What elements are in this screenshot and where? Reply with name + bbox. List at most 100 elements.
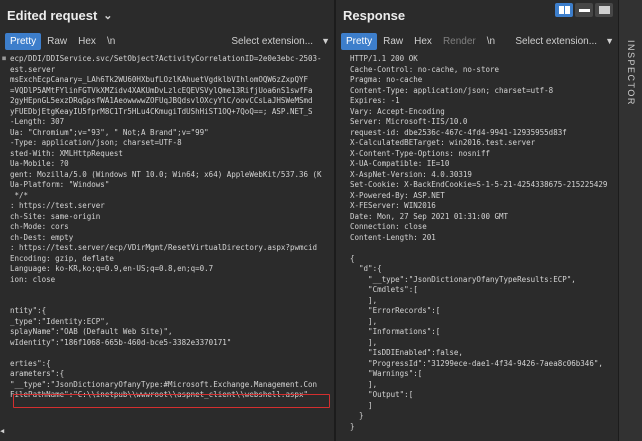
code-line: : https://test.server [10, 201, 105, 210]
code-line: 2gyHEpnGL5exzDRqGpsfWA1AeowwwwZOFUqJBQds… [10, 96, 313, 105]
code-line: ch-Site: same-origin [10, 211, 101, 221]
code-line: Ua-Mobile: ?0 [10, 159, 69, 168]
code-line: ch-Mode: cors [10, 222, 69, 231]
code-line: } [350, 421, 355, 431]
code-line: ], [350, 379, 378, 389]
code-line: Connection: close [350, 222, 427, 231]
tab-newline-toggle[interactable]: \n [482, 33, 500, 50]
response-title: Response [343, 7, 406, 23]
layout-toolbar [553, 3, 613, 17]
tab-raw[interactable]: Raw [378, 33, 408, 50]
code-line: "ProgressId":"31299ece-dae1-4f34-9426-7a… [350, 358, 603, 368]
code-line: "Informations":[ [350, 327, 441, 336]
request-pane: Edited request ⌄ Pretty Raw Hex \n Selec… [0, 0, 334, 441]
code-line: erties":{ [10, 358, 51, 368]
code-line: yFUEDbjEtgKeayIU5fprM8C1Tr5HLu4CKmugiTdU… [10, 106, 313, 116]
tab-newline-toggle[interactable]: \n [102, 33, 120, 50]
tab-pretty[interactable]: Pretty [5, 32, 42, 50]
code-line: Cache-Control: no-cache, no-store [350, 64, 500, 74]
code-line: ], [350, 295, 378, 305]
tab-render[interactable]: Render [438, 33, 481, 50]
code-line: request-id: dbe2536c-467c-4fd4-9941-1293… [350, 127, 567, 137]
code-line: est.server [10, 64, 56, 74]
code-line: =VQDlP5AMtFYlinFGTVkXMZidv4XAKUmDvLzlcEQ… [10, 85, 313, 95]
code-line: ntity":{ [10, 306, 47, 315]
code-line: : https://test.server/ecp/VDirMgmt/Reset… [10, 243, 318, 252]
inspector-label: INSPECTOR [626, 40, 636, 106]
code-line: Encoding: gzip, deflate [10, 253, 114, 263]
code-line: sted-With: XMLHttpRequest [10, 148, 123, 158]
request-extension-select[interactable]: Select extension... ▼ [231, 36, 330, 47]
code-line: X-UA-Compatible: IE=10 [350, 159, 450, 168]
code-line: Content-Length: 201 [350, 232, 436, 242]
request-title: Edited request [7, 7, 98, 23]
code-line: arameters":{ [10, 369, 65, 378]
code-line: splayName":"OAB (Default Web Site)", [10, 327, 173, 336]
code-line: Set-Cookie: X-BackEndCookie=S-1-5-21-425… [350, 180, 608, 189]
code-line: "Output":[ [350, 390, 414, 399]
code-line: X-FEServer: WIN2016 [350, 201, 436, 210]
extension-select-label: Select extension... [515, 35, 598, 47]
code-line: msExchEcpCanary=_LAh6Tk2WU60HXbufLOzlKAh… [10, 75, 309, 84]
request-title-bar[interactable]: Edited request ⌄ [0, 0, 334, 30]
response-extension-select[interactable]: Select extension... ▼ [515, 36, 614, 47]
code-line: gent: Mozilla/5.0 (Windows NT 10.0; Win6… [10, 169, 322, 179]
code-line: "ErrorRecords":[ [350, 306, 441, 315]
code-line: "d":{ [350, 264, 382, 273]
response-lines: HTTP/1.1 200 OK Cache-Control: no-cache, … [350, 54, 618, 432]
request-view-tabs: Pretty Raw Hex \n Select extension... ▼ [0, 30, 334, 52]
code-line: Ua-Platform: "Windows" [10, 180, 110, 189]
tab-raw[interactable]: Raw [42, 33, 72, 50]
code-line: ch-Dest: empty [10, 232, 74, 242]
code-line: -Type: application/json; charset=UTF-8 [10, 138, 182, 147]
code-line: ion: close [10, 274, 56, 284]
response-view-tabs: Pretty Raw Hex Render \n Select extensio… [336, 30, 618, 52]
code-line: X-Powered-By: ASP.NET [350, 190, 445, 200]
code-line: "IsDDIEnabled":false, [350, 348, 463, 357]
tab-hex[interactable]: Hex [409, 33, 437, 50]
code-line: "__type":"JsonDictionaryOfanyTypeResults… [350, 274, 576, 284]
tab-hex[interactable]: Hex [73, 33, 101, 50]
code-line: Content-Type: application/json; charset=… [350, 85, 554, 95]
fold-marker-icon: ■ [2, 55, 6, 62]
code-line: ], [350, 316, 378, 326]
inspector-sidebar[interactable]: INSPECTOR [618, 0, 642, 441]
code-line: HTTP/1.1 200 OK [350, 54, 418, 63]
code-line: { [350, 253, 355, 263]
code-line: _type":"Identity:ECP", [10, 316, 110, 326]
extension-select-label: Select extension... [231, 35, 314, 47]
code-line: Server: Microsoft-IIS/10.0 [350, 117, 468, 126]
code-line: "Cmdlets":[ [350, 285, 418, 294]
chevron-down-icon[interactable]: ⌄ [103, 9, 112, 22]
code-line: Vary: Accept-Encoding [350, 106, 445, 116]
request-gutter: ■ [0, 54, 8, 441]
response-pane: Response Pretty Raw Hex Render \n Select… [336, 0, 618, 441]
code-line: ], [350, 337, 378, 347]
code-line: Date: Mon, 27 Sep 2021 01:31:00 GMT [350, 211, 509, 221]
tab-pretty[interactable]: Pretty [341, 32, 378, 50]
response-editor[interactable]: HTTP/1.1 200 OK Cache-Control: no-cache, … [336, 54, 618, 441]
code-line: "__type":"JsonDictionaryOfanyType:#Micro… [10, 379, 318, 389]
request-lines: ecp/DDI/DDIService.svc/SetObject?Activit… [10, 54, 334, 401]
request-editor[interactable]: ■ ecp/DDI/DDIService.svc/SetObject?Activ… [0, 54, 334, 441]
code-line: X-AspNet-Version: 4.0.30319 [350, 169, 472, 179]
code-line: ecp/DDI/DDIService.svc/SetObject?Activit… [10, 54, 322, 63]
chevron-down-icon: ▼ [605, 36, 614, 46]
code-line: wIdentity":"186f1068-665b-460d-bce5-3382… [10, 337, 232, 347]
code-line: -Length: 307 [10, 117, 65, 126]
code-line: X-Content-Type-Options: nosniff [350, 148, 490, 158]
chevron-down-icon: ▼ [321, 36, 330, 46]
code-line: Pragma: no-cache [350, 75, 423, 84]
scroll-left-icon[interactable]: ◀ [0, 427, 8, 435]
code-line: Expires: -1 [350, 96, 400, 105]
code-line: Ua: "Chromium";v="93", " Not;A Brand";v=… [10, 127, 209, 137]
highlight-box [13, 394, 330, 408]
single-view-icon[interactable] [595, 3, 613, 17]
split-vertical-icon[interactable] [575, 3, 593, 17]
code-line: } [350, 411, 364, 420]
split-horizontal-icon[interactable] [555, 3, 573, 17]
